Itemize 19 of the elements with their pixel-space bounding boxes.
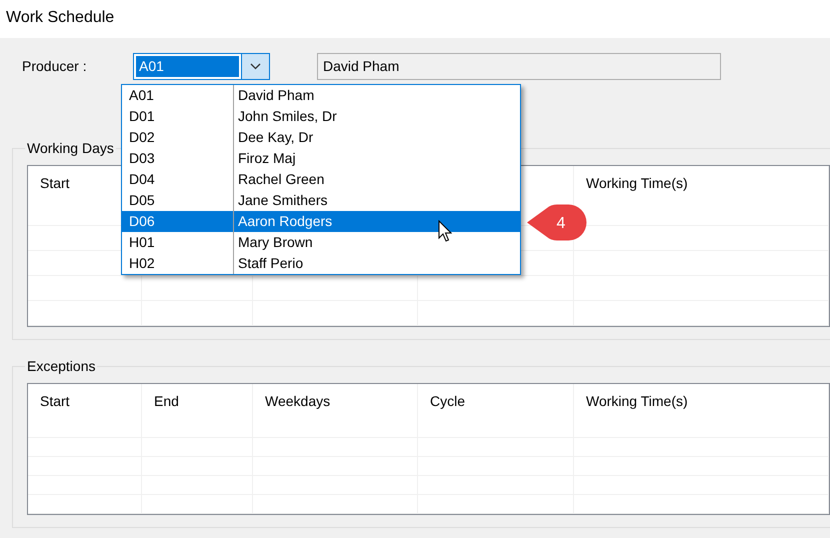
dropdown-item[interactable]: D03 Firoz Maj xyxy=(122,148,520,169)
dropdown-item[interactable]: D02 Dee Kay, Dr xyxy=(122,127,520,148)
dropdown-item[interactable]: D01 John Smiles, Dr xyxy=(122,106,520,127)
producer-name-field: David Pham xyxy=(317,53,721,80)
column-header[interactable]: Working Time(s) xyxy=(574,384,829,419)
column-header[interactable]: Cycle xyxy=(418,384,574,419)
chevron-down-icon xyxy=(250,63,261,70)
cursor-icon xyxy=(438,220,452,242)
dropdown-item[interactable]: A01 David Pham xyxy=(122,85,520,106)
dropdown-item[interactable]: H01 Mary Brown xyxy=(122,232,520,253)
column-header[interactable]: Weekdays xyxy=(253,384,418,419)
column-header[interactable]: Working Time(s) xyxy=(574,166,829,201)
dropdown-item[interactable]: H02 Staff Perio xyxy=(122,253,520,274)
dropdown-item[interactable]: D06 Aaron Rodgers xyxy=(122,211,520,232)
column-header[interactable]: Start xyxy=(28,384,142,419)
callout-badge: 4 xyxy=(527,204,587,241)
producer-label: Producer : xyxy=(21,57,88,76)
producer-combo[interactable]: A01 xyxy=(133,53,270,80)
column-header[interactable]: End xyxy=(142,384,253,419)
